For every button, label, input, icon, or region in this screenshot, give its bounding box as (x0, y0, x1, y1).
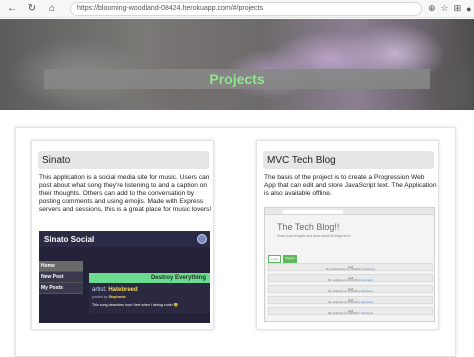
preview-blog-buttons: Login Signup (268, 255, 297, 263)
preview-blog-post: stuff By: stephanie on 4/13/2022 | Comme… (268, 296, 433, 304)
preview-header: Sinato Social (39, 231, 210, 247)
browser-toolbar: ← ↻ ⌂ https://blooming-woodland-08424.he… (0, 0, 474, 18)
address-bar[interactable]: https://blooming-woodland-08424.herokuap… (70, 1, 422, 16)
home-icon[interactable]: ⌂ (44, 1, 60, 17)
preview-login-button: Login (268, 255, 282, 263)
project-preview-image[interactable]: The Tech Blog!! Share your thoughts and … (264, 207, 435, 322)
preview-posted-by: posted by Stephanie (92, 295, 126, 299)
preview-browser-bar (265, 208, 434, 215)
project-title: Sinato (38, 151, 209, 169)
project-card-tech-blog[interactable]: MVC Tech Blog The basis of the project i… (256, 140, 439, 330)
preview-caption: This song describes how I feel when I de… (92, 303, 179, 307)
profile-icon[interactable]: ● (466, 4, 471, 14)
extensions-icon[interactable]: ⊞ (454, 3, 462, 14)
avatar-icon (197, 234, 207, 244)
page-title: Projects (209, 71, 265, 87)
projects-container: Sinato This application is a social medi… (15, 127, 456, 357)
preview-signup-button: Signup (283, 255, 297, 263)
preview-nav-item: New Post (39, 272, 83, 283)
url-text: https://blooming-woodland-08424.herokuap… (77, 5, 264, 12)
zoom-icon[interactable]: ⊕ (428, 3, 436, 14)
preview-post: Destroy Everything artist: Hatebreed pos… (89, 273, 210, 313)
preview-nav-item: My Posts (39, 283, 83, 294)
preview-brand: Sinato Social (44, 234, 95, 244)
project-description: This application is a social media site … (39, 174, 212, 214)
preview-nav-item: Home (39, 261, 83, 272)
preview-song: Destroy Everything (89, 273, 210, 283)
preview-nav: Home New Post My Posts (39, 261, 83, 294)
hero-banner: Projects (0, 19, 474, 110)
project-preview-image[interactable]: Sinato Social Home New Post My Posts Des… (39, 231, 210, 323)
preview-artist: artist: Hatebreed (92, 287, 138, 293)
preview-blog-post: stuff By: stephanitame on 4/13/2022 | Co… (268, 263, 433, 271)
project-card-sinato[interactable]: Sinato This application is a social medi… (31, 140, 214, 330)
refresh-icon[interactable]: ↻ (24, 1, 40, 17)
preview-blog-post: stuff By: stephanie on 4/13/2022 | Comme… (268, 307, 433, 315)
preview-blog-tagline: Share your thoughts and ideas about all … (277, 234, 351, 238)
preview-blog-post: stuff By: stephanie on 4/13/2022 | Comme… (268, 285, 433, 293)
project-description: The basis of the project is to create a … (264, 174, 437, 198)
project-title: MVC Tech Blog (263, 151, 434, 169)
preview-blog-title: The Tech Blog!! (277, 222, 340, 232)
back-arrow-icon[interactable]: ← (4, 1, 20, 17)
star-icon[interactable]: ☆ (441, 3, 449, 14)
hero-title-band: Projects (44, 69, 430, 89)
preview-blog-post: stuff By: stephanie on 4/13/2022 | Comme… (268, 274, 433, 282)
